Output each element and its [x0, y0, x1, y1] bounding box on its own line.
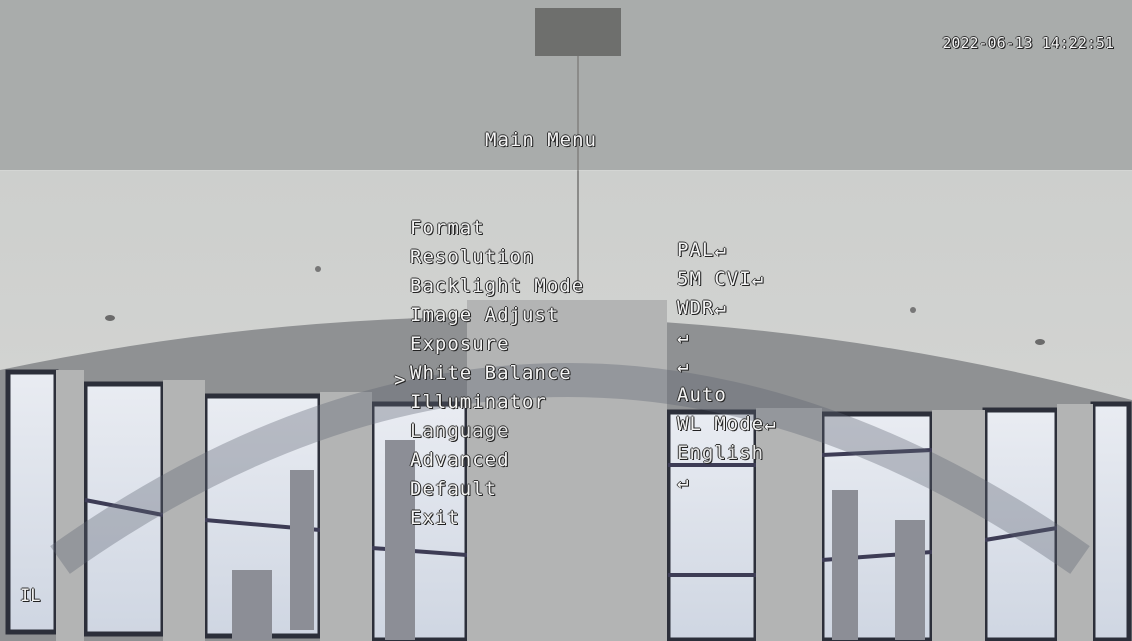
menu-item-illuminator[interactable]: > Illuminator WL Mode↵: [0, 347, 800, 435]
menu-item-language[interactable]: Language English: [0, 376, 800, 464]
menu-item-exit[interactable]: Exit: [0, 463, 800, 529]
menu-item-resolution[interactable]: Resolution 5M CVI↵: [0, 202, 800, 290]
timestamp: 2022-06-13 14:22:51: [942, 34, 1114, 52]
menu-item-white-balance[interactable]: White Balance Auto: [0, 318, 800, 406]
menu-item-default[interactable]: Default: [0, 434, 800, 500]
menu-item-label: Exit: [410, 507, 460, 529]
menu-item-advanced[interactable]: Advanced ↵: [0, 405, 800, 493]
menu-item-exposure[interactable]: Exposure ↵: [0, 289, 800, 377]
menu-divider: [0, 170, 1132, 171]
corner-tag: IL: [20, 586, 41, 606]
menu-item-format[interactable]: Format PAL↵: [0, 173, 800, 261]
menu-item-backlight-mode[interactable]: Backlight Mode WDR↵: [0, 231, 800, 319]
menu-item-image-adjust[interactable]: Image Adjust ↵: [0, 260, 800, 348]
menu-title: Main Menu: [485, 129, 597, 151]
